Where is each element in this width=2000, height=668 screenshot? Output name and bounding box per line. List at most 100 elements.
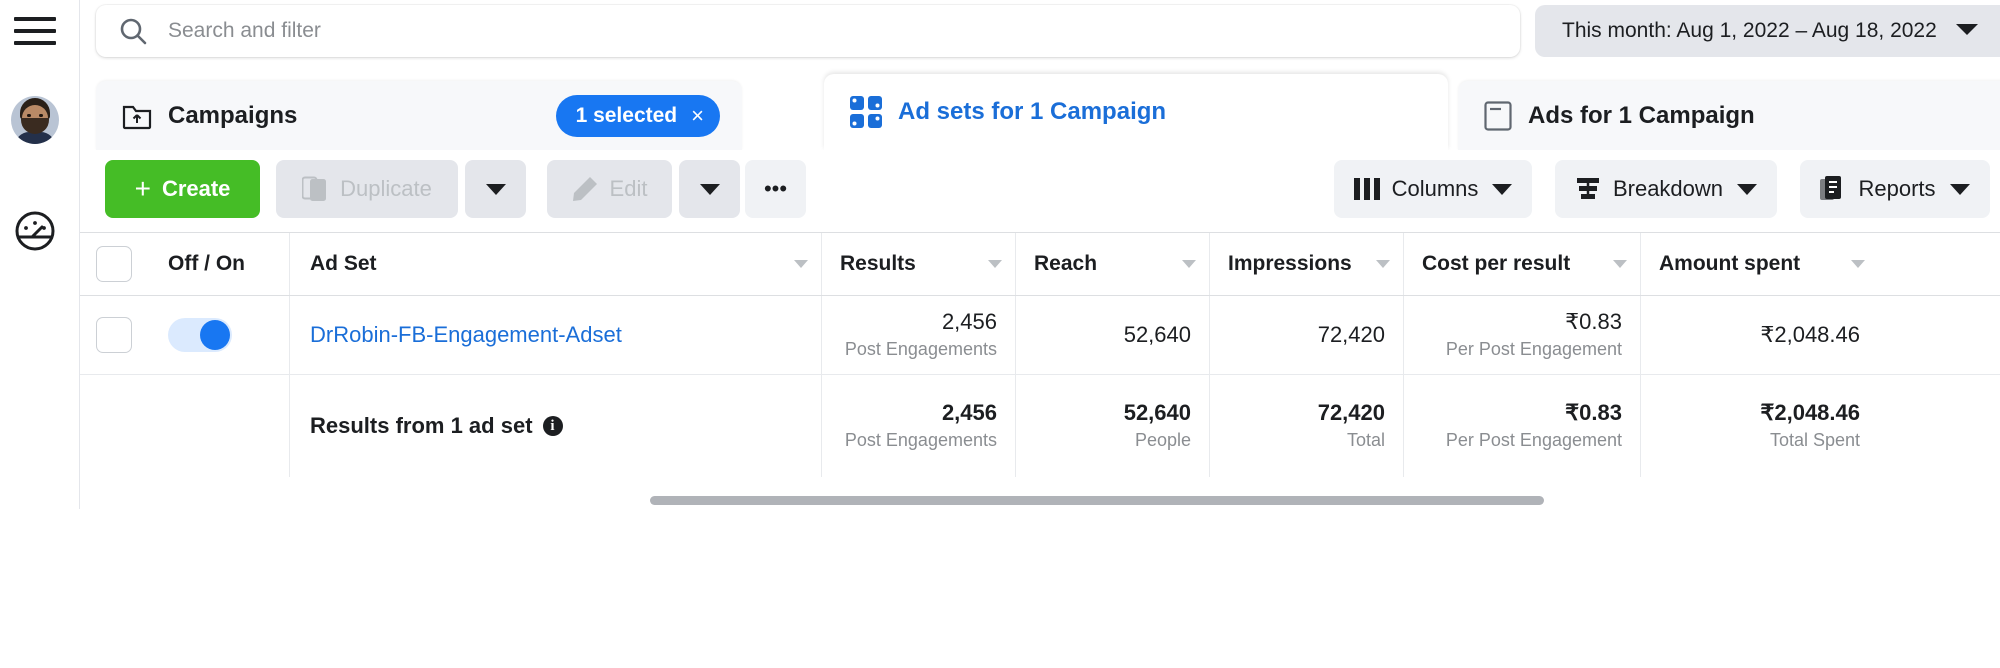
tab-campaigns[interactable]: Campaigns 1 selected × bbox=[96, 81, 742, 150]
select-all-checkbox[interactable] bbox=[96, 246, 132, 282]
cost-per-result-sub: Per Post Engagement bbox=[1404, 338, 1622, 361]
cost-per-result-value: ₹0.83 bbox=[1404, 309, 1622, 334]
ad-set-name-link[interactable]: DrRobin-FB-Engagement-Adset bbox=[310, 322, 622, 348]
sort-caret-ad-set[interactable] bbox=[794, 260, 808, 268]
edit-dropdown-button[interactable] bbox=[679, 160, 740, 218]
search-icon bbox=[118, 16, 148, 46]
row-select-cell bbox=[80, 296, 148, 374]
horizontal-scrollbar-thumb[interactable] bbox=[650, 496, 1544, 505]
totals-impressions-value: 72,420 bbox=[1210, 400, 1385, 425]
chevron-down-icon bbox=[1950, 176, 1970, 202]
chevron-down-icon bbox=[1737, 176, 1757, 202]
sort-caret-reach[interactable] bbox=[1182, 260, 1196, 268]
header-reach: Reach bbox=[1016, 233, 1210, 295]
columns-button-label: Columns bbox=[1392, 176, 1479, 202]
adsets-grid-icon bbox=[850, 96, 882, 128]
totals-cost-per-result-sub: Per Post Engagement bbox=[1404, 429, 1622, 452]
totals-cost-per-result-value: ₹0.83 bbox=[1404, 400, 1622, 425]
header-off-on: Off / On bbox=[148, 233, 290, 295]
totals-label: Results from 1 ad set bbox=[310, 413, 533, 439]
columns-button[interactable]: Columns bbox=[1334, 160, 1532, 218]
row-amount-spent-cell: ₹2,048.46 bbox=[1641, 296, 1878, 374]
ads-document-icon bbox=[1484, 101, 1512, 131]
totals-select-cell bbox=[80, 375, 148, 477]
header-amount-spent-label: Amount spent bbox=[1641, 252, 1800, 276]
selected-count-pill[interactable]: 1 selected × bbox=[556, 95, 720, 137]
sort-caret-amount-spent[interactable] bbox=[1851, 260, 1865, 268]
sort-caret-cost-per-result[interactable] bbox=[1613, 260, 1627, 268]
row-results-cell: 2,456 Post Engagements bbox=[822, 296, 1016, 374]
totals-reach-cell: 52,640 People bbox=[1016, 375, 1210, 477]
header-impressions: Impressions bbox=[1210, 233, 1404, 295]
gauge-icon[interactable] bbox=[9, 205, 61, 257]
reports-button[interactable]: Reports bbox=[1800, 160, 1990, 218]
sort-caret-results[interactable] bbox=[988, 260, 1002, 268]
table-totals-row: Results from 1 ad set i 2,456 Post Engag… bbox=[80, 375, 2000, 477]
date-range-selector[interactable]: This month: Aug 1, 2022 – Aug 18, 2022 bbox=[1535, 5, 2000, 57]
search-box[interactable] bbox=[96, 5, 1520, 57]
sort-caret-impressions[interactable] bbox=[1376, 260, 1390, 268]
off-on-toggle[interactable] bbox=[168, 318, 232, 352]
create-button[interactable]: + Create bbox=[105, 160, 260, 218]
columns-icon bbox=[1354, 176, 1380, 202]
search-input[interactable] bbox=[166, 18, 1520, 44]
totals-cost-per-result-cell: ₹0.83 Per Post Engagement bbox=[1404, 375, 1641, 477]
totals-amount-spent-sub: Total Spent bbox=[1641, 429, 1860, 452]
close-icon[interactable]: × bbox=[691, 105, 704, 127]
header-ad-set-label: Ad Set bbox=[310, 252, 377, 276]
row-cost-per-result-cell: ₹0.83 Per Post Engagement bbox=[1404, 296, 1641, 374]
totals-results-value: 2,456 bbox=[822, 400, 997, 425]
tab-adsets-label: Ad sets for 1 Campaign bbox=[898, 98, 1166, 126]
tab-adsets[interactable]: Ad sets for 1 Campaign bbox=[824, 74, 1448, 150]
duplicate-button[interactable]: Duplicate bbox=[276, 160, 458, 218]
header-reach-label: Reach bbox=[1016, 252, 1097, 276]
row-toggle-cell bbox=[148, 296, 290, 374]
impressions-value: 72,420 bbox=[1210, 322, 1385, 347]
totals-results-sub: Post Engagements bbox=[822, 429, 997, 452]
pencil-icon bbox=[572, 176, 598, 202]
amount-spent-value: ₹2,048.46 bbox=[1641, 322, 1860, 347]
edit-button-label: Edit bbox=[610, 176, 648, 202]
duplicate-dropdown-button[interactable] bbox=[465, 160, 526, 218]
header-amount-spent: Amount spent bbox=[1641, 233, 1878, 295]
row-checkbox[interactable] bbox=[96, 317, 132, 353]
row-impressions-cell: 72,420 bbox=[1210, 296, 1404, 374]
duplicate-button-label: Duplicate bbox=[340, 176, 432, 202]
breakdown-icon bbox=[1575, 176, 1601, 202]
avatar[interactable] bbox=[11, 96, 59, 144]
table-row[interactable]: DrRobin-FB-Engagement-Adset 2,456 Post E… bbox=[80, 296, 2000, 375]
campaign-folder-icon bbox=[122, 102, 152, 130]
chevron-down-icon bbox=[700, 176, 720, 202]
header-impressions-label: Impressions bbox=[1210, 252, 1352, 276]
header-off-on-label: Off / On bbox=[168, 252, 245, 276]
tab-ads[interactable]: Ads for 1 Campaign bbox=[1458, 81, 2000, 150]
totals-toggle-cell bbox=[148, 375, 290, 477]
results-value: 2,456 bbox=[822, 309, 997, 334]
tab-ads-label: Ads for 1 Campaign bbox=[1528, 102, 1755, 130]
totals-label-cell: Results from 1 ad set i bbox=[290, 375, 822, 477]
totals-amount-spent-cell: ₹2,048.46 Total Spent bbox=[1641, 375, 1878, 477]
info-icon[interactable]: i bbox=[543, 416, 563, 436]
totals-results-cell: 2,456 Post Engagements bbox=[822, 375, 1016, 477]
breakdown-button[interactable]: Breakdown bbox=[1555, 160, 1777, 218]
totals-impressions-sub: Total bbox=[1210, 429, 1385, 452]
tab-strip: Campaigns 1 selected × Ad sets fo bbox=[80, 70, 2000, 150]
more-actions-button[interactable]: ••• bbox=[745, 160, 806, 218]
header-results-label: Results bbox=[822, 252, 916, 276]
header-cost-per-result: Cost per result bbox=[1404, 233, 1641, 295]
header-results: Results bbox=[822, 233, 1016, 295]
hamburger-menu-icon[interactable] bbox=[14, 17, 56, 49]
reports-button-label: Reports bbox=[1858, 176, 1935, 202]
page-blank-area bbox=[0, 509, 2000, 668]
plus-icon: + bbox=[135, 173, 151, 205]
edit-button[interactable]: Edit bbox=[547, 160, 672, 218]
top-search-bar: This month: Aug 1, 2022 – Aug 18, 2022 bbox=[80, 0, 2000, 70]
row-name-cell: DrRobin-FB-Engagement-Adset bbox=[290, 296, 822, 374]
select-all-header-cell bbox=[80, 233, 148, 295]
selected-count-label: 1 selected bbox=[576, 104, 678, 128]
reports-icon bbox=[1820, 175, 1846, 203]
totals-reach-sub: People bbox=[1016, 429, 1191, 452]
totals-impressions-cell: 72,420 Total bbox=[1210, 375, 1404, 477]
totals-reach-value: 52,640 bbox=[1016, 400, 1191, 425]
totals-amount-spent-value: ₹2,048.46 bbox=[1641, 400, 1860, 425]
